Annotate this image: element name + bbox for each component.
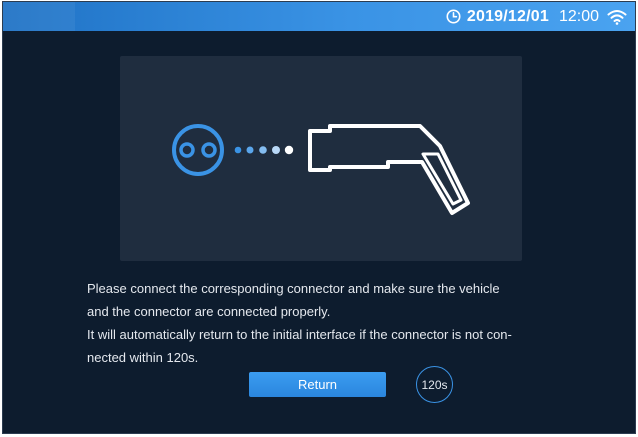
return-button[interactable]: Return [249,372,386,397]
instruction-line: It will automatically return to the init… [87,327,512,342]
instruction-line: and the connector are connected properly… [87,304,331,319]
status-info: 2019/12/01 12:00 [446,2,627,31]
time-display: 12:00 [558,7,599,25]
clock-icon [446,9,461,24]
socket-icon [172,124,224,176]
instruction-line: nected within 120s. [87,350,199,365]
status-bar: 2019/12/01 12:00 [3,2,635,31]
countdown-timer: 120s [416,366,453,403]
connection-illustration [120,56,522,261]
status-bar-tab [3,2,75,31]
wifi-icon [607,9,627,25]
charging-screen: 2019/12/01 12:00 Please connect the corr… [2,1,636,434]
date-display: 2019/12/01 [466,7,549,25]
connection-dots [234,145,294,155]
instruction-text: Please connect the corresponding connect… [87,277,567,369]
charging-connector-icon [308,124,470,215]
instruction-line: Please connect the corresponding connect… [87,281,500,296]
